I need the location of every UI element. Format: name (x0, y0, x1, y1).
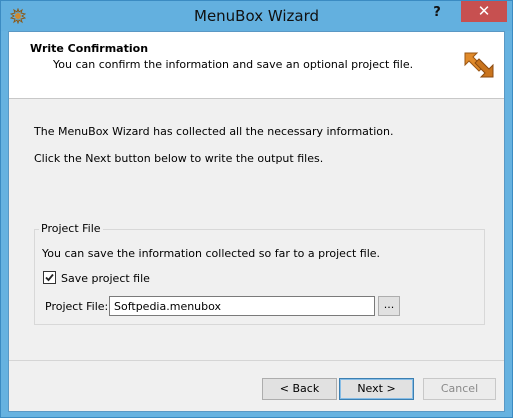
project-file-label: Project File: (45, 300, 109, 313)
project-file-group-title: Project File (39, 222, 103, 235)
page-subtitle: You can confirm the information and save… (53, 58, 414, 71)
info-line-collected: The MenuBox Wizard has collected all the… (34, 125, 394, 138)
project-file-input[interactable] (109, 296, 375, 316)
wizard-window: MenuBox Wizard ? ✕ Write Confirmation Yo… (0, 0, 513, 418)
close-button[interactable]: ✕ (461, 1, 507, 22)
dialog-client-area: Write Confirmation You can confirm the i… (8, 31, 505, 412)
wizard-arrows-icon (464, 52, 494, 78)
next-button[interactable]: Next > (339, 378, 414, 400)
button-separator (9, 360, 504, 361)
back-button[interactable]: < Back (262, 378, 337, 400)
save-project-label[interactable]: Save project file (61, 272, 150, 285)
info-line-next: Click the Next button below to write the… (34, 152, 324, 165)
checkmark-icon (45, 273, 54, 282)
title-bar[interactable]: MenuBox Wizard ? ✕ (1, 1, 512, 31)
cancel-button[interactable]: Cancel (423, 378, 496, 400)
project-file-description: You can save the information collected s… (42, 247, 381, 260)
wizard-header: Write Confirmation You can confirm the i… (9, 32, 504, 99)
save-project-checkbox[interactable] (43, 271, 56, 284)
browse-button[interactable]: ... (378, 296, 400, 316)
page-title: Write Confirmation (30, 42, 149, 55)
help-button[interactable]: ? (423, 3, 451, 23)
